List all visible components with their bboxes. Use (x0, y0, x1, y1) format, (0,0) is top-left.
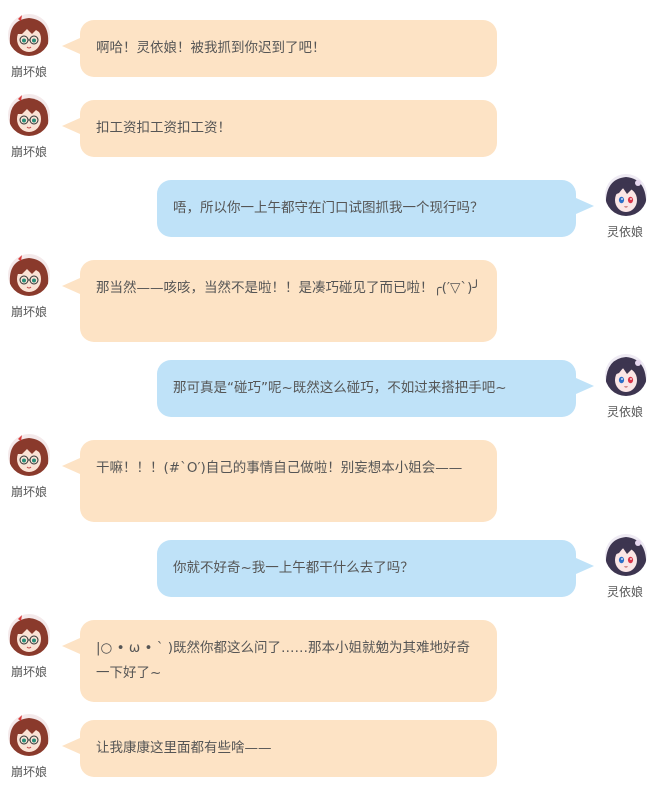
message-text: 唔，所以你一上午都守在门口试图抓我一个现行吗？ (173, 200, 484, 216)
message-text: 那可真是“碰巧”呢~既然这么碰巧，不如过来搭把手吧~ (173, 380, 507, 396)
speaker-name: 灵依娘 (606, 225, 643, 239)
message-bubble: 啊哈！灵依娘！被我抓到你迟到了吧！ (62, 20, 497, 77)
speaker-name: 崩坏娘 (10, 65, 47, 79)
speaker-name: 崩坏娘 (10, 485, 47, 499)
avatar-honkai-niang (8, 94, 50, 136)
chat-log: 崩坏娘 啊哈！灵依娘！被我抓到你迟到了吧！ 崩坏娘 扣工资扣工资扣工资！ 灵依娘… (0, 0, 653, 787)
message-bubble: 那可真是“碰巧”呢~既然这么碰巧，不如过来搭把手吧~ (157, 360, 594, 417)
message-bubble: 让我康康这里面都有些啥—— (62, 720, 497, 777)
message-bubble: 唔，所以你一上午都守在门口试图抓我一个现行吗？ (157, 180, 594, 237)
message-bubble: 扣工资扣工资扣工资！ (62, 100, 497, 157)
message-bubble: 干嘛！！！(#`O′)自己的事情自己做啦！别妄想本小姐会—— (62, 440, 497, 522)
message-text: 你就不好奇~我一上午都干什么去了吗？ (173, 560, 414, 576)
avatar-lingyi-niang (605, 354, 647, 396)
speaker-name: 崩坏娘 (10, 145, 47, 159)
avatar-lingyi-niang (605, 174, 647, 216)
speaker-name: 灵依娘 (606, 585, 643, 599)
message-text: 扣工资扣工资扣工资！ (96, 120, 231, 136)
message-bubble: 那当然——咳咳，当然不是啦！！是凑巧碰见了而已啦！╭(′▽`)╯ (62, 260, 497, 342)
avatar-honkai-niang (8, 614, 50, 656)
speaker-name: 崩坏娘 (10, 665, 47, 679)
avatar-honkai-niang (8, 14, 50, 56)
message-text: 让我康康这里面都有些啥—— (96, 740, 272, 756)
avatar-lingyi-niang (605, 534, 647, 576)
message-text: |○ • ω • ` )既然你都这么问了……那本小姐就勉为其难地好奇一下好了~ (96, 640, 471, 681)
avatar-honkai-niang (8, 714, 50, 756)
speaker-name: 崩坏娘 (10, 305, 47, 319)
avatar-honkai-niang (8, 434, 50, 476)
speaker-name: 崩坏娘 (10, 765, 47, 779)
message-text: 干嘛！！！(#`O′)自己的事情自己做啦！别妄想本小姐会—— (96, 460, 463, 476)
avatar-honkai-niang (8, 254, 50, 296)
message-bubble: |○ • ω • ` )既然你都这么问了……那本小姐就勉为其难地好奇一下好了~ (62, 620, 497, 702)
message-text: 那当然——咳咳，当然不是啦！！是凑巧碰见了而已啦！╭(′▽`)╯ (96, 280, 481, 296)
speaker-name: 灵依娘 (606, 405, 643, 419)
message-bubble: 你就不好奇~我一上午都干什么去了吗？ (157, 540, 594, 597)
message-text: 啊哈！灵依娘！被我抓到你迟到了吧！ (96, 40, 326, 56)
